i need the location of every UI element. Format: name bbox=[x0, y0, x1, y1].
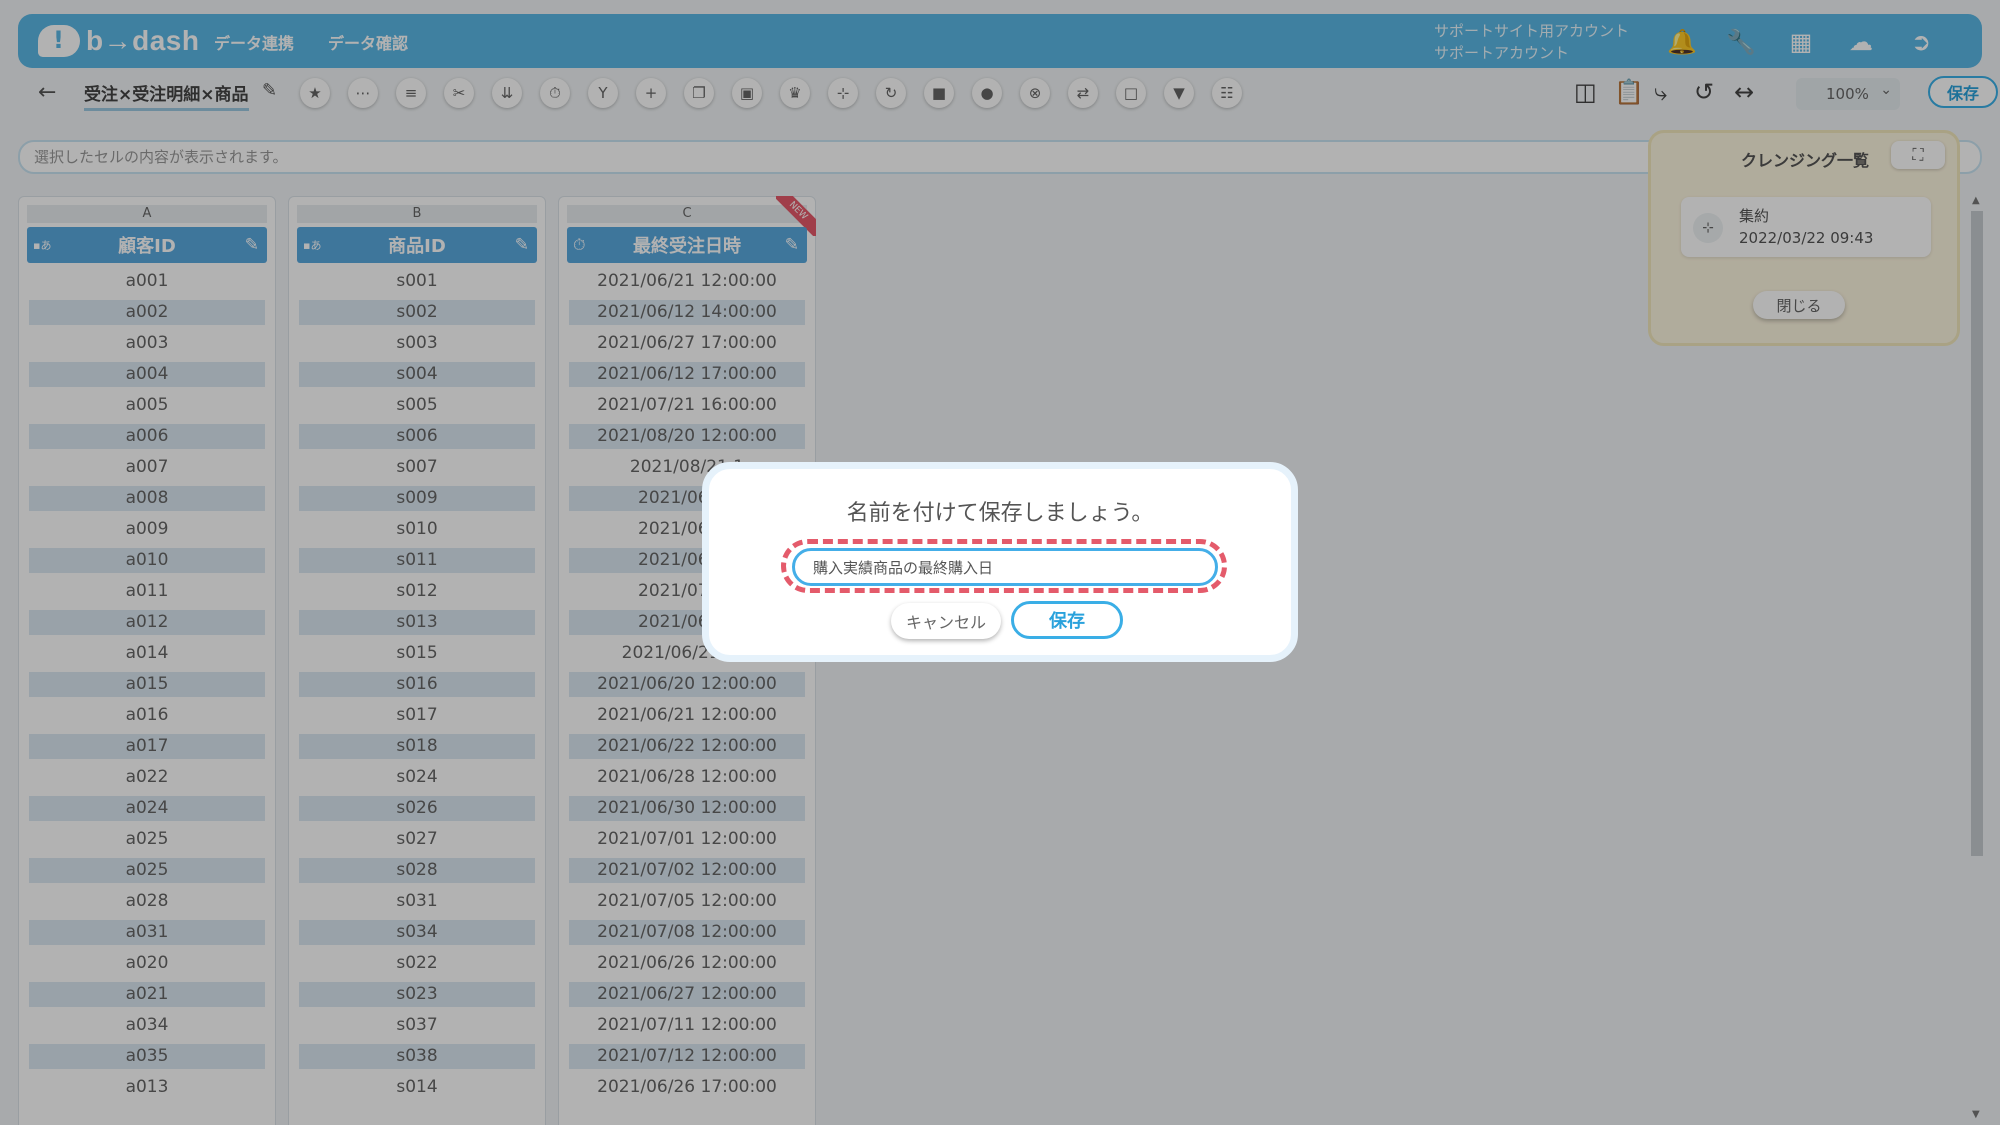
dialog-title: 名前を付けて保存しましょう。 bbox=[846, 501, 1154, 526]
dialog-save-button[interactable]: 保存 bbox=[1011, 601, 1123, 639]
cancel-button[interactable]: キャンセル bbox=[891, 603, 1001, 639]
save-dialog: 名前を付けて保存しましょう。 キャンセル 保存 bbox=[702, 462, 1298, 662]
name-input[interactable] bbox=[792, 548, 1218, 586]
input-highlight bbox=[781, 539, 1227, 593]
